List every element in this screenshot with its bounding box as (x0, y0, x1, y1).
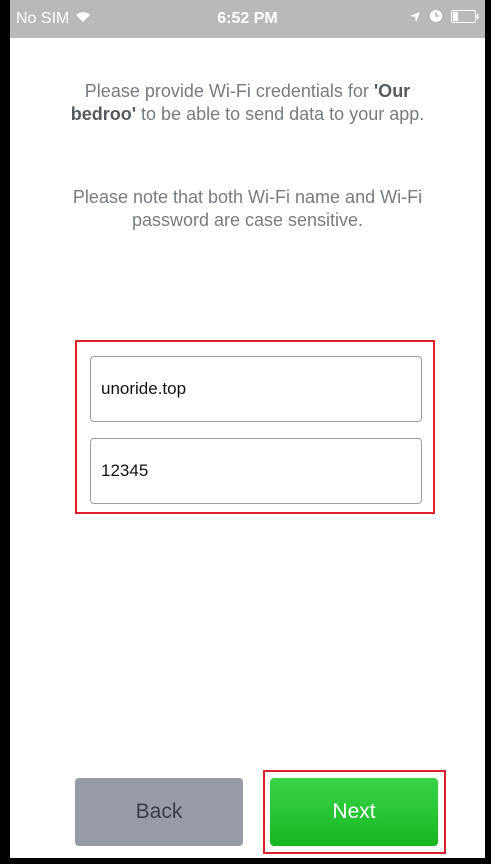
instructions-before: Please provide Wi-Fi credentials for (84, 81, 374, 101)
status-right (409, 9, 479, 28)
content-area: Please provide Wi-Fi credentials for 'Ou… (10, 38, 485, 858)
battery-icon (451, 9, 479, 28)
instructions-after: to be able to send data to your app. (136, 104, 425, 124)
back-button[interactable]: Back (75, 778, 243, 846)
status-bar: No SIM 6:52 PM (10, 0, 485, 38)
instructions-text: Please provide Wi-Fi credentials for 'Ou… (50, 80, 445, 126)
next-button[interactable]: Next (270, 778, 438, 846)
phone-screen: No SIM 6:52 PM Please provide Wi-Fi cred… (0, 0, 491, 864)
wifi-password-field[interactable] (90, 438, 422, 504)
alarm-clock-icon (429, 9, 443, 28)
location-arrow-icon (409, 10, 421, 28)
wifi-name-field[interactable] (90, 356, 422, 422)
case-sensitive-note: Please note that both Wi-Fi name and Wi-… (72, 187, 423, 230)
